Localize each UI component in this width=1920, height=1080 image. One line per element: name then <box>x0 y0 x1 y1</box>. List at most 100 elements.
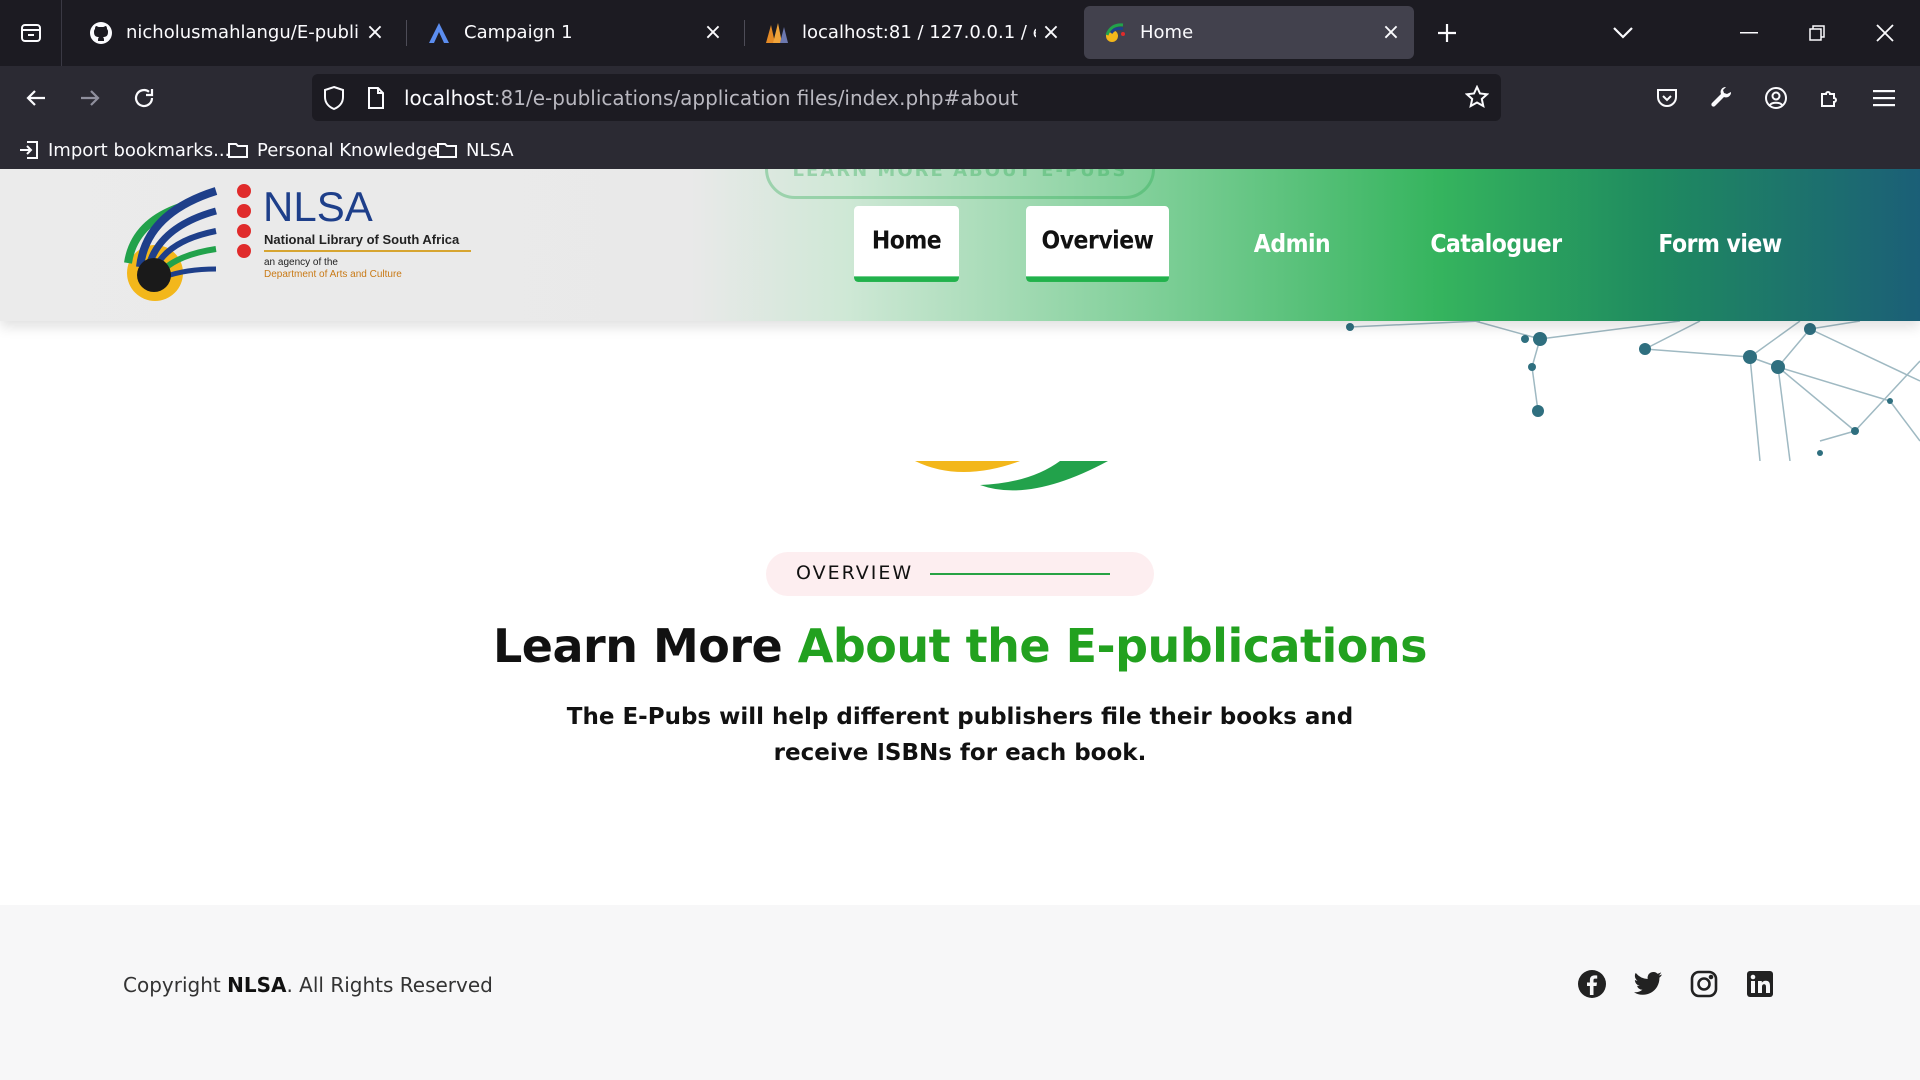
close-icon[interactable]: × <box>360 18 390 48</box>
browser-navigation-bar: localhost:81/e-publications/application … <box>0 66 1920 130</box>
close-icon[interactable]: × <box>1036 18 1066 48</box>
arrow-right-icon <box>81 90 100 106</box>
minimize-button[interactable] <box>1716 0 1782 66</box>
reload-icon <box>134 88 154 108</box>
overview-emblem-icon <box>915 461 1108 491</box>
close-icon <box>1876 24 1894 42</box>
wrench-icon <box>1711 86 1732 107</box>
forward-button[interactable] <box>70 78 110 118</box>
url-bar[interactable]: localhost:81/e-publications/application … <box>312 74 1501 121</box>
bookmark-import[interactable]: Import bookmarks... <box>18 136 230 164</box>
bookmark-personal-knowledge[interactable]: Personal Knowledge <box>227 136 438 164</box>
folder-icon <box>437 143 457 158</box>
nav-home[interactable]: Home <box>854 206 959 282</box>
copyright-brand: NLSA <box>227 973 287 997</box>
nav-overview[interactable]: Overview <box>1026 206 1169 282</box>
restore-icon <box>1809 25 1825 41</box>
url-path: :81/e-publications/application files/ind… <box>493 86 1019 110</box>
account-button[interactable] <box>1756 78 1796 118</box>
github-icon <box>88 20 114 46</box>
nav-form-view[interactable]: Form view <box>1650 206 1790 282</box>
ghost-button-label: LEARN MORE ABOUT E-PUBS <box>792 169 1128 181</box>
facebook-icon <box>1578 970 1606 998</box>
plus-icon <box>1438 24 1456 42</box>
bookmark-nlsa[interactable]: NLSA <box>436 136 514 164</box>
headline-green: About the E-publications <box>797 619 1428 673</box>
close-window-button[interactable] <box>1852 0 1918 66</box>
copyright-suffix: . All Rights Reserved <box>286 973 493 997</box>
close-icon[interactable]: × <box>698 18 728 48</box>
network-decoration <box>1346 321 1920 461</box>
copyright-prefix: Copyright <box>123 973 221 997</box>
list-all-tabs-button[interactable] <box>1590 0 1656 66</box>
headline-dark: Learn More <box>492 619 783 673</box>
nav-admin[interactable]: Admin <box>1240 206 1344 282</box>
tab-title: Home <box>1140 22 1194 43</box>
puzzle-icon <box>1821 91 1837 107</box>
shield-icon <box>324 85 344 111</box>
tab-separator <box>406 20 407 46</box>
instagram-icon <box>1690 970 1718 998</box>
tab-separator <box>744 20 745 46</box>
copyright-text: Copyright NLSA. All Rights Reserved <box>123 973 493 997</box>
bookmark-label: NLSA <box>466 139 514 161</box>
web-page: LEARN MORE ABOUT E-PUBS NLSA National Li… <box>0 169 1920 1080</box>
star-icon[interactable] <box>1465 85 1489 109</box>
bookmarks-toolbar: Import bookmarks... Personal Knowledge N… <box>0 130 1920 169</box>
firefox-view-icon <box>20 24 41 42</box>
browser-tab-bar: nicholusmahlangu/E-publications × Campai… <box>0 0 1920 66</box>
tab-title: Campaign 1 <box>464 22 573 43</box>
nlsa-logo[interactable]: NLSA National Library of South Africa an… <box>120 183 480 308</box>
hamburger-icon <box>1873 90 1895 107</box>
twitter-icon <box>1634 971 1662 995</box>
linkedin-link[interactable] <box>1742 966 1778 1002</box>
nlsa-emblem-icon <box>124 184 251 301</box>
twitter-link[interactable] <box>1630 966 1666 1002</box>
logo-divider <box>264 250 471 252</box>
phpmyadmin-icon <box>764 20 790 46</box>
tab-phpmyadmin[interactable]: localhost:81 / 127.0.0.1 / e-pubs × <box>746 6 1074 59</box>
site-header: LEARN MORE ABOUT E-PUBS NLSA National Li… <box>0 169 1920 321</box>
bookmark-label: Import bookmarks... <box>48 139 231 161</box>
menu-button[interactable] <box>1864 78 1904 118</box>
restore-button[interactable] <box>1784 0 1850 66</box>
folder-icon <box>228 143 248 158</box>
logo-subtitle: National Library of South Africa <box>264 232 460 247</box>
minimize-icon <box>1740 32 1758 34</box>
tab-title: localhost:81 / 127.0.0.1 / e-pubs <box>802 22 1036 43</box>
overview-headline: Learn More About the E-publications <box>0 619 1920 673</box>
tab-github[interactable]: nicholusmahlangu/E-publications × <box>70 6 398 59</box>
nlsa-favicon-icon <box>1102 20 1128 46</box>
arrow-left-icon <box>26 90 45 106</box>
facebook-link[interactable] <box>1574 966 1610 1002</box>
pocket-button[interactable] <box>1647 78 1687 118</box>
overview-pill: OVERVIEW <box>766 552 1154 596</box>
triangle-logo-icon <box>426 20 452 46</box>
pill-divider <box>930 573 1110 575</box>
close-icon[interactable]: × <box>1376 18 1406 48</box>
bookmark-label: Personal Knowledge <box>257 139 439 161</box>
account-icon <box>1765 87 1787 109</box>
new-tab-button[interactable] <box>1414 0 1480 66</box>
logo-department: Department of Arts and Culture <box>264 269 402 280</box>
tab-campaign[interactable]: Campaign 1 × <box>408 6 736 59</box>
firefox-view-button[interactable] <box>0 0 62 66</box>
logo-wordmark: NLSA <box>263 183 373 230</box>
tab-home[interactable]: Home × <box>1084 6 1414 59</box>
reload-button[interactable] <box>124 78 164 118</box>
page-icon <box>368 87 384 109</box>
url-host: localhost <box>404 86 494 110</box>
tab-title: nicholusmahlangu/E-publications <box>126 22 360 43</box>
instagram-link[interactable] <box>1686 966 1722 1002</box>
nav-cataloguer[interactable]: Cataloguer <box>1420 206 1572 282</box>
overview-label: OVERVIEW <box>796 562 914 584</box>
linkedin-icon <box>1747 971 1773 997</box>
back-button[interactable] <box>16 78 56 118</box>
site-footer: Copyright NLSA. All Rights Reserved <box>0 905 1920 1080</box>
learn-more-ghost-button[interactable]: LEARN MORE ABOUT E-PUBS <box>765 169 1155 199</box>
chevron-down-icon <box>1613 27 1633 39</box>
url-text: localhost:81/e-publications/application … <box>404 86 1018 110</box>
extensions-button[interactable] <box>1810 78 1850 118</box>
overview-description: The E-Pubs will help different publisher… <box>566 704 1354 766</box>
tools-button[interactable] <box>1702 78 1742 118</box>
